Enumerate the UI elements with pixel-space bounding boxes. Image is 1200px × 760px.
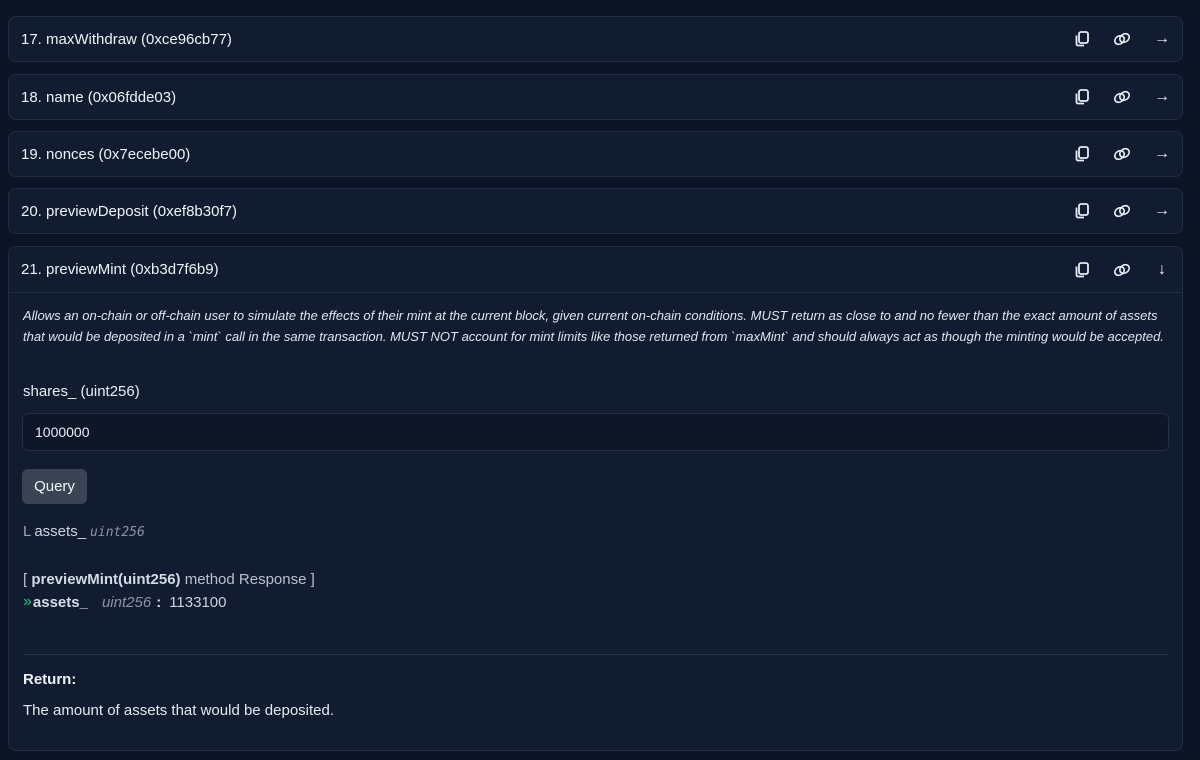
method-title: 18. name (0x06fdde03) [21, 88, 177, 106]
link-icon[interactable] [1102, 24, 1142, 54]
arrow-right-icon[interactable]: → [1142, 139, 1182, 169]
copy-icon[interactable] [1062, 82, 1102, 112]
response-value: 1133100 [169, 593, 227, 611]
output-type: uint256 [90, 525, 145, 540]
response-colon: : [156, 593, 162, 611]
row-actions: → [1062, 75, 1182, 119]
param-label: shares_ (uint256) [23, 383, 140, 400]
link-icon[interactable] [1102, 139, 1142, 169]
return-label: Return: [23, 671, 77, 688]
link-icon[interactable] [1102, 196, 1142, 226]
copy-icon[interactable] [1062, 196, 1102, 226]
method-panel-previewmint: 21. previewMint (0xb3d7f6b9) ↓ Allows an… [8, 246, 1183, 751]
arrow-down-icon[interactable]: ↓ [1142, 255, 1182, 285]
chevron-double-right-icon: » [23, 593, 32, 610]
row-actions: → [1062, 132, 1182, 176]
output-signature: L assets_ uint256 [23, 523, 145, 540]
tree-corner: L [23, 523, 32, 540]
response-name: assets_ [32, 593, 88, 611]
method-title: 21. previewMint (0xb3d7f6b9) [21, 261, 219, 278]
response-method: previewMint(uint256) [31, 571, 181, 588]
method-title: 19. nonces (0x7ecebe00) [21, 145, 191, 163]
query-button[interactable]: Query [22, 469, 87, 504]
method-description: Allows an on-chain or off-chain user to … [23, 308, 1164, 344]
arrow-right-icon[interactable]: → [1142, 24, 1182, 54]
method-row-previewdeposit[interactable]: 20. previewDeposit (0xef8b30f7) → [8, 188, 1183, 234]
method-title: 17. maxWithdraw (0xce96cb77) [21, 30, 232, 48]
response-value-line: » assets_ uint256 : 1133100 [23, 593, 226, 611]
shares-input[interactable] [22, 413, 1169, 451]
method-title: 20. previewDeposit (0xef8b30f7) [21, 202, 237, 220]
row-actions: → [1062, 189, 1182, 233]
response-type: uint256 [101, 593, 152, 611]
copy-icon[interactable] [1062, 24, 1102, 54]
arrow-right-icon[interactable]: → [1142, 82, 1182, 112]
row-actions: ↓ [1062, 247, 1182, 292]
divider [23, 654, 1169, 655]
output-name: assets_ [34, 523, 87, 540]
response-suffix: method Response ] [184, 571, 315, 588]
contract-read-panel: 17. maxWithdraw (0xce96cb77) → 18. name … [0, 0, 1200, 760]
method-row-nonces[interactable]: 19. nonces (0x7ecebe00) → [8, 131, 1183, 177]
response-open-bracket: [ [23, 571, 28, 588]
arrow-right-icon[interactable]: → [1142, 196, 1182, 226]
method-row-maxwithdraw[interactable]: 17. maxWithdraw (0xce96cb77) → [8, 16, 1183, 62]
row-actions: → [1062, 17, 1182, 61]
method-header[interactable]: 21. previewMint (0xb3d7f6b9) ↓ [9, 247, 1182, 293]
copy-icon[interactable] [1062, 255, 1102, 285]
link-icon[interactable] [1102, 255, 1142, 285]
copy-icon[interactable] [1062, 139, 1102, 169]
return-description: The amount of assets that would be depos… [23, 702, 335, 719]
response-title: [ previewMint(uint256) method Response ] [23, 571, 315, 588]
method-row-name[interactable]: 18. name (0x06fdde03) → [8, 74, 1183, 120]
link-icon[interactable] [1102, 82, 1142, 112]
